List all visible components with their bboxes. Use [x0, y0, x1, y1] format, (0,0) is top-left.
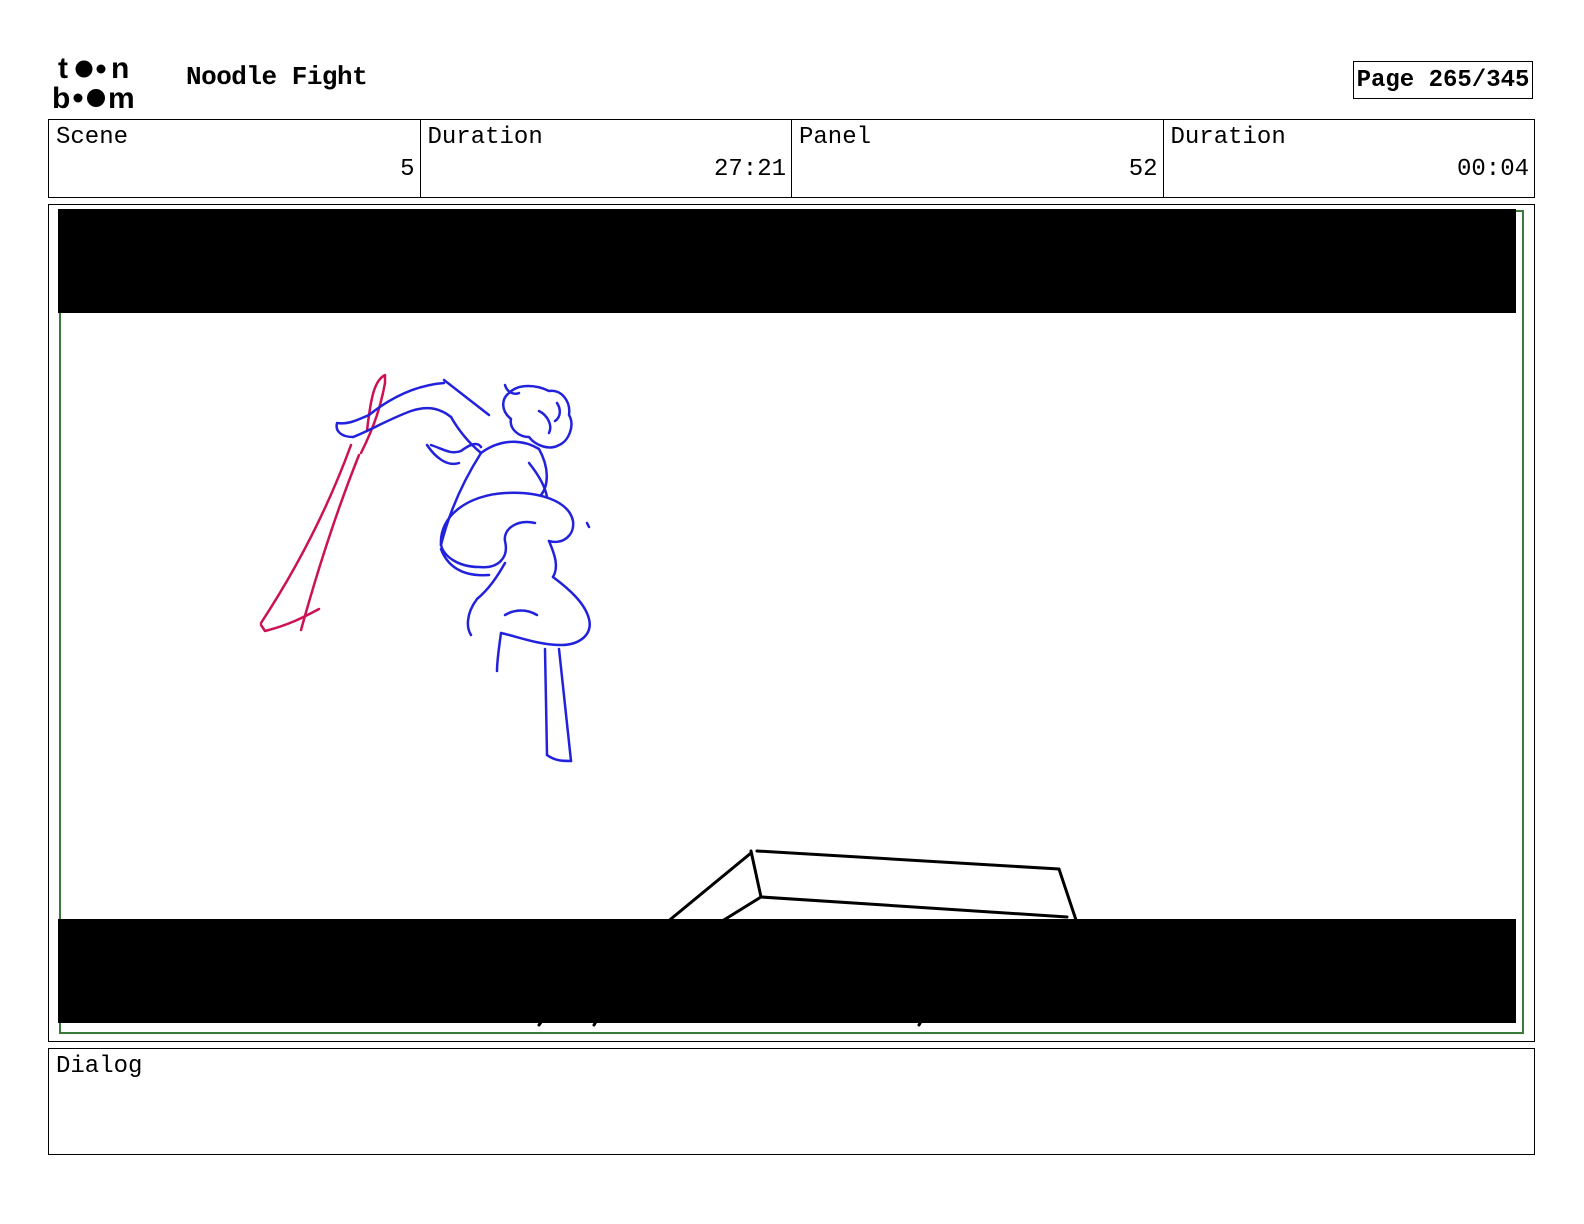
dialog-label: Dialog: [56, 1053, 143, 1080]
panel-duration-value: 00:04: [1456, 156, 1529, 183]
svg-text:b: b: [52, 82, 70, 112]
panel-duration-label: Duration: [1170, 124, 1286, 151]
scene-duration-label: Duration: [427, 124, 543, 151]
scene-value: 5: [400, 156, 415, 183]
toon-boom-logo: t n b m: [52, 52, 164, 115]
scene-duration-cell: Duration 27:21: [421, 120, 792, 197]
letterbox-bottom: [58, 919, 1516, 1023]
project-title: Noodle Fight: [186, 62, 368, 92]
page-number: Page 265/345: [1353, 61, 1533, 99]
svg-text:m: m: [108, 82, 135, 112]
safe-area-frame: [59, 210, 1524, 1034]
svg-text:n: n: [111, 52, 129, 85]
scene-label: Scene: [56, 124, 129, 151]
storyboard-panel: [48, 204, 1535, 1042]
dialog-box: Dialog: [48, 1048, 1535, 1155]
panel-value: 52: [1128, 156, 1158, 183]
panel-artwork: [58, 209, 1524, 1034]
panel-label: Panel: [799, 124, 872, 151]
scene-info-table: Scene 5 Duration 27:21 Panel 52 Duration…: [48, 119, 1535, 198]
svg-text:t: t: [58, 52, 68, 85]
scene-duration-value: 27:21: [713, 156, 786, 183]
weapon-sketch: [259, 373, 387, 633]
panel-cell: Panel 52: [792, 120, 1164, 197]
letterbox-top: [58, 209, 1516, 313]
character-sketch: [335, 378, 591, 763]
scene-cell: Scene 5: [49, 120, 421, 197]
panel-duration-cell: Duration 00:04: [1164, 120, 1535, 197]
